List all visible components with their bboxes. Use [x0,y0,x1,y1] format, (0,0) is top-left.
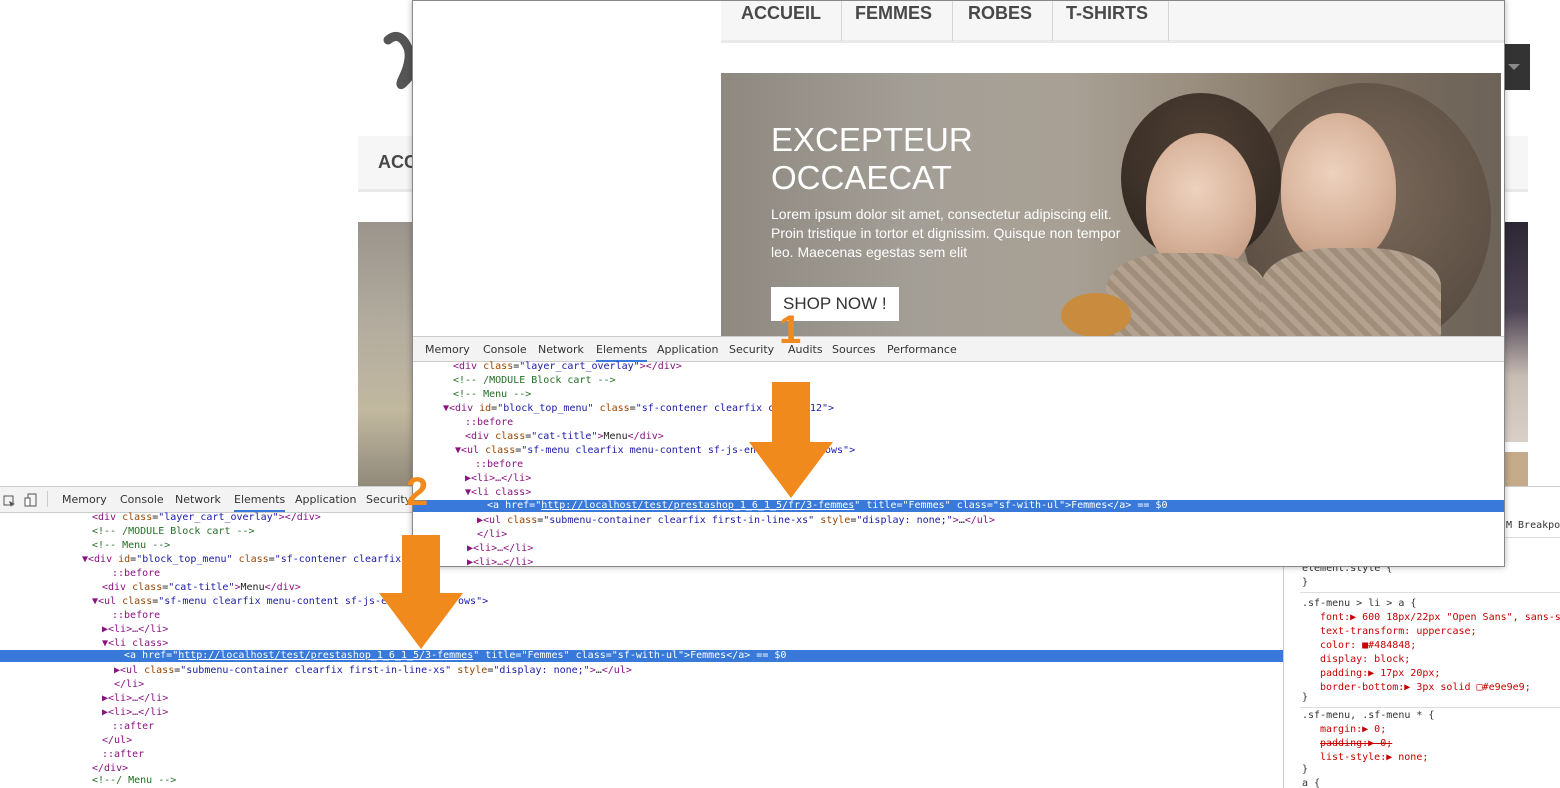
dom-line[interactable]: <div class="layer_cart_overlay"></div> [453,360,682,374]
dom-line[interactable]: ▶<li>…</li> [465,472,531,486]
window-1: ACCUEIL FEMMES ROBES T-SHIRTS EXCEPTEUR … [412,0,1505,567]
tab-elements[interactable]: Elements [234,493,286,512]
annotation-arrowhead-1 [749,442,833,498]
scarf-shape [1106,253,1266,337]
dom-line[interactable]: ▼<div id="block_top_menu" class="sf-cont… [82,553,401,567]
home-banner[interactable]: EXCEPTEUR OCCAECAT Lorem ipsum dolor sit… [721,73,1501,337]
dom-line[interactable]: ::before [475,458,523,472]
dom-line[interactable]: <!-- /MODULE Block cart --> [92,525,255,539]
dom-line[interactable]: ▶<ul class="submenu-container clearfix f… [477,514,995,528]
devtools-panel-1: Memory Console Network Elements Applicat… [413,336,1504,566]
css-declaration[interactable]: text-transform: uppercase; [1320,625,1477,639]
rule-close: } [1302,577,1309,588]
devtools-tabbar-1: Memory Console Network Elements Applicat… [413,337,1504,362]
dom-line[interactable]: ::after [112,720,154,734]
tab-performance[interactable]: Performance [887,343,957,356]
banner-title: EXCEPTEUR OCCAECAT [771,121,973,196]
dom-line[interactable]: ::after [102,748,144,762]
dom-line[interactable]: <!--/ Menu --> [92,774,176,788]
css-declaration[interactable]: border-bottom:▶ 3px solid □#e9e9e9; [1320,681,1531,695]
dom-line[interactable]: <!-- Menu --> [92,539,170,553]
rule-close: } [1302,692,1309,703]
css-declaration[interactable]: padding:▶ 17px 20px; [1320,667,1440,681]
tab-memory[interactable]: Memory [425,343,470,356]
tab-memory[interactable]: Memory [62,493,107,506]
face-shape [1146,133,1256,273]
bg-side-image-2 [1504,452,1528,486]
dom-line[interactable]: ::before [465,416,513,430]
dom-line[interactable]: <!-- /MODULE Block cart --> [453,374,616,388]
css-selector[interactable]: a { [1302,777,1320,788]
css-declaration[interactable]: display: block; [1320,653,1410,667]
dom-line[interactable]: <div class="cat-title">Menu</div> [465,430,664,444]
banner-text: Lorem ipsum dolor sit amet, consectetur … [771,206,1121,260]
annotation-number-2: 2 [406,470,429,514]
annotation-arrowhead-2 [379,593,463,649]
tab-console[interactable]: Console [120,493,164,506]
dom-line[interactable]: <div class="layer_cart_overlay"></div> [92,511,321,525]
menu-item-femmes[interactable]: FEMMES [835,1,954,41]
dom-line[interactable]: ▶<ul class="submenu-container clearfix f… [114,664,632,678]
tab-security[interactable]: Security [729,343,774,356]
dom-line[interactable]: ::before [112,609,160,623]
top-menu: ACCUEIL FEMMES ROBES T-SHIRTS [721,1,1504,43]
flowers-shape [1061,293,1131,337]
scarf-shape [1261,248,1441,337]
dom-line-selected[interactable]: <a href="http://localhost/test/prestasho… [0,650,1283,662]
bg-banner-image [358,222,418,492]
device-toolbar-icon[interactable] [24,492,38,511]
dom-line[interactable]: ▶<li>…</li> [467,542,533,556]
bg-side-image [1504,222,1528,442]
css-selector[interactable]: .sf-menu, .sf-menu * { [1302,709,1434,723]
annotation-arrow-1 [772,382,810,444]
css-declaration-overridden[interactable]: padding:▶ 0; [1320,737,1392,751]
annotation-number-1: 1 [779,308,802,352]
inspect-element-icon[interactable] [3,493,16,512]
tab-sources[interactable]: Sources [832,343,876,356]
css-declaration[interactable]: font:▶ 600 18px/22px "Open Sans", sans-s… [1320,611,1560,625]
dom-line[interactable]: ▶<li>…</li> [102,692,168,706]
css-selector[interactable]: .sf-menu > li > a { [1302,597,1416,611]
face-shape [1281,113,1396,263]
tab-application[interactable]: Application [657,343,718,356]
menu-item-accueil[interactable]: ACCUEIL [721,1,842,41]
tab-console[interactable]: Console [483,343,527,356]
dom-line[interactable]: ▼<div id="block_top_menu" class="sf-cont… [443,402,774,416]
dom-line-selected[interactable]: <a href="http://localhost/test/prestasho… [413,500,1504,512]
toolbar-divider [47,491,48,507]
tab-application[interactable]: Application [295,493,356,506]
dom-line[interactable]: <div class="cat-title">Menu</div> [102,581,301,595]
tab-security[interactable]: Security [366,493,411,506]
rule-close: } [1302,764,1309,775]
css-declaration[interactable]: list-style:▶ none; [1320,751,1428,765]
breakpoints-label[interactable]: M Breakpoi [1506,519,1560,533]
dom-line[interactable]: </li> [114,678,144,692]
tab-network[interactable]: Network [538,343,584,356]
menu-item-tshirts[interactable]: T-SHIRTS [1046,1,1170,41]
dom-line[interactable]: ▶<li>…</li> [467,556,533,566]
dom-line[interactable]: ▼<li class> [465,486,531,500]
dom-line[interactable]: ▼<ul class="sf-menu clearfix menu-conten… [92,595,387,609]
annotation-arrow-2 [402,535,440,595]
menu-item-robes[interactable]: ROBES [948,1,1054,41]
dom-line[interactable]: ::before [112,567,160,581]
rule-divider [1300,707,1560,708]
dom-line[interactable]: </ul> [102,734,132,748]
tab-network[interactable]: Network [175,493,221,506]
css-declaration[interactable]: margin:▶ 0; [1320,723,1386,737]
dom-line[interactable]: ▶<li>…</li> [102,623,168,637]
css-declaration[interactable]: color: ■#484848; [1320,639,1416,653]
dom-line[interactable]: ▼<ul class="sf-menu clearfix menu-conten… [455,444,756,458]
dom-line[interactable]: <!-- Menu --> [453,388,531,402]
dom-line[interactable]: ▶<li>…</li> [102,706,168,720]
dom-line[interactable]: </li> [477,528,507,542]
dom-line-tail: 12"> [810,403,835,414]
rule-divider [1300,592,1560,593]
